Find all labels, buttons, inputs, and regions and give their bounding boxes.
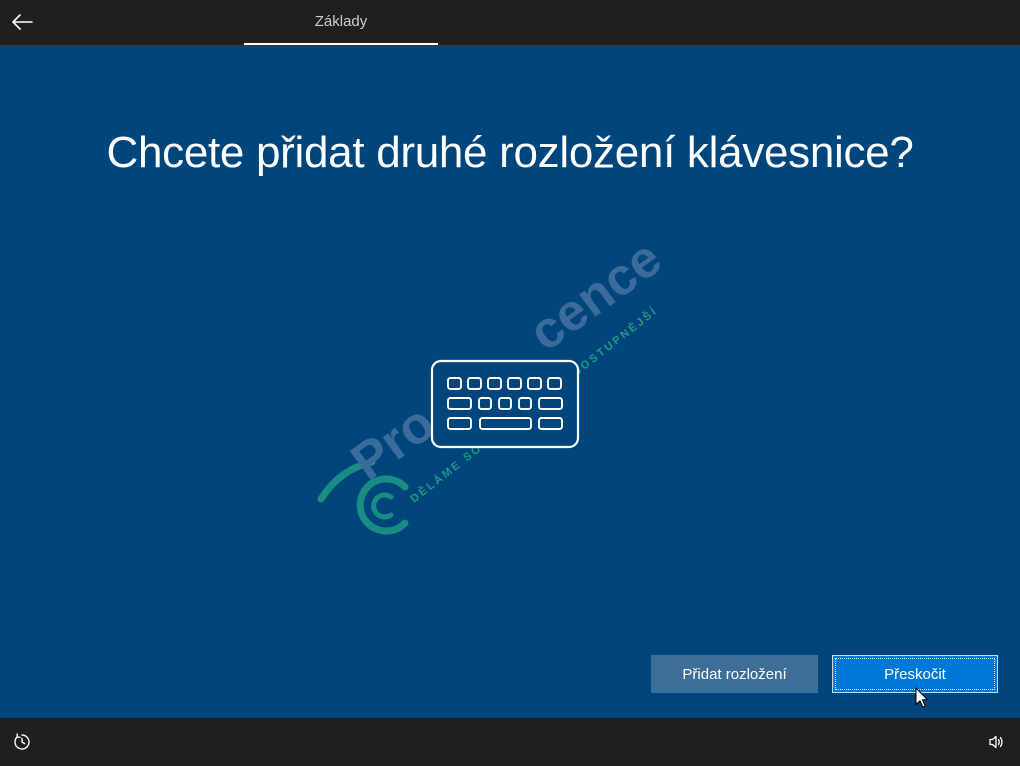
active-tab-indicator [244,43,438,45]
ease-of-access-button[interactable] [8,728,36,756]
bottom-bar [0,718,1020,766]
watermark-brand-part: cence [519,229,672,363]
keyboard-icon [430,359,580,449]
page-title: Chcete přidat druhé rozložení klávesnice… [106,128,914,177]
tab-basics: Základy [314,13,368,30]
back-button[interactable] [7,7,37,37]
top-bar: Základy [0,0,1020,46]
ease-of-access-icon [14,733,30,750]
volume-icon [989,735,1003,749]
back-arrow-icon [12,14,33,30]
watermark-logo [317,458,409,535]
volume-button[interactable] [983,728,1011,756]
skip-button[interactable]: Přeskočit [832,655,998,693]
add-layout-button[interactable]: Přidat rozložení [651,655,818,693]
